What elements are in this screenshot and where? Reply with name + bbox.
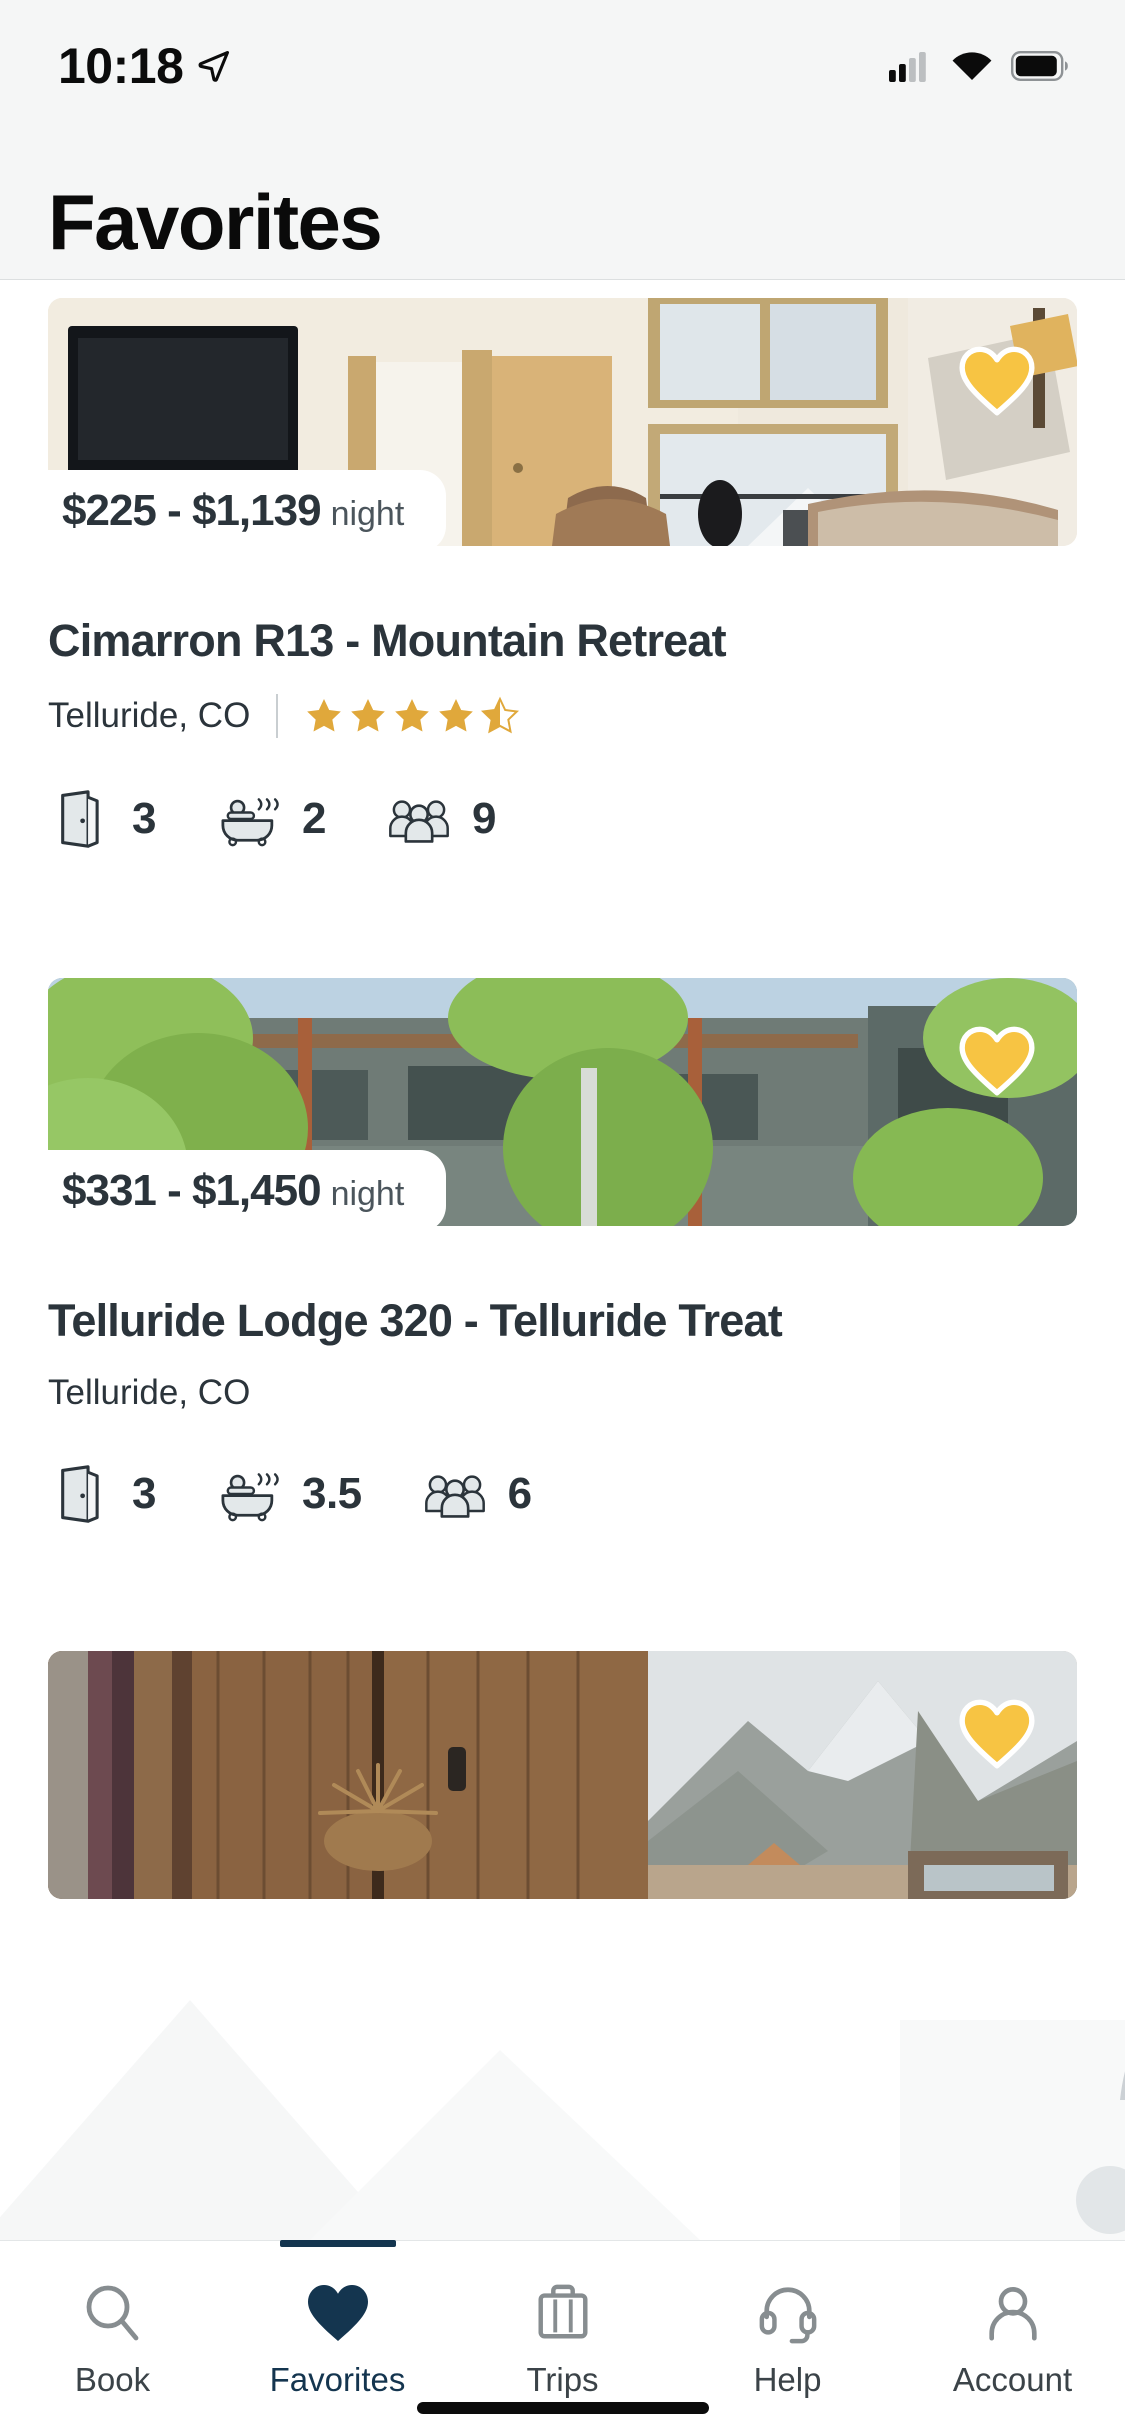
tab-label: Book (74, 2361, 151, 2398)
listing-stats: 3 (48, 789, 1077, 848)
stat-value: 3.5 (301, 1469, 362, 1518)
tab-label: Help (753, 2361, 822, 2398)
price-badge: $225 - $1,139 night (0, 470, 447, 552)
listing-title[interactable]: Telluride Lodge 320 - Telluride Treat (48, 1295, 1077, 1346)
app-screen: 10:18 Favorites $225 - $1,139 night Cima… (0, 0, 1125, 2436)
person-icon (982, 2277, 1044, 2349)
favorite-heart-button[interactable] (959, 1699, 1035, 1769)
stat-value: 3 (132, 1469, 156, 1518)
stat-bathrooms: 3.5 (218, 1465, 362, 1523)
tab-label: Favorites (269, 2361, 406, 2398)
tab-label: Trips (526, 2361, 599, 2398)
bottom-tab-bar[interactable]: Book Favorites Trips Help Account (0, 2240, 1125, 2436)
listing-meta: Telluride, CO (48, 1373, 1077, 1413)
stat-bathrooms: 2 (218, 790, 326, 848)
price-range: $331 - $1,450 (62, 1165, 322, 1215)
suitcase-icon (532, 2277, 594, 2349)
price-range: $225 - $1,139 (62, 486, 322, 535)
page-header: Favorites (0, 132, 1125, 280)
stat-guests: 9 (388, 791, 496, 847)
stat-guests: 6 (424, 1466, 532, 1522)
listing-info: Telluride Lodge 320 - Telluride Treat Te… (0, 1295, 1125, 1524)
listing-photo[interactable] (48, 1651, 1077, 1899)
listing-title[interactable]: Cimarron R13 - Mountain Retreat (48, 616, 1077, 666)
star-filled-icon (307, 698, 342, 731)
listing-card[interactable]: $331 - $1,450 night Telluride Lodge 320 … (0, 848, 1125, 1524)
rating-stars (304, 696, 520, 736)
status-bar-clock: 10:18 (58, 38, 184, 94)
door-icon (48, 789, 110, 848)
listing-location: Telluride, CO (48, 695, 251, 735)
home-indicator (416, 2402, 709, 2414)
bathtub-icon (218, 1465, 280, 1523)
price-unit: night (330, 1174, 405, 1213)
meta-divider (276, 693, 279, 738)
background-watermark-icon (0, 2000, 1125, 2240)
door-icon (48, 1465, 110, 1523)
wifi-icon (952, 52, 992, 80)
star-filled-icon (439, 698, 474, 731)
headset-icon (757, 2277, 819, 2349)
listing-card[interactable] (0, 1523, 1125, 1899)
page-title: Favorites (48, 178, 383, 266)
status-bar: 10:18 (0, 0, 1125, 132)
star-filled-icon (395, 698, 430, 731)
star-half-icon (481, 696, 520, 733)
status-bar-right (889, 50, 1069, 82)
favorite-heart-button[interactable] (959, 346, 1035, 416)
listing-meta: Telluride, CO (48, 693, 1077, 738)
favorites-list[interactable]: $225 - $1,139 night Cimarron R13 - Mount… (0, 280, 1125, 2240)
guests-icon (388, 791, 450, 847)
guests-icon (424, 1466, 486, 1522)
price-badge: $331 - $1,450 night (0, 1149, 447, 1232)
price-unit: night (330, 495, 405, 533)
listing-info: Cimarron R13 - Mountain Retreat Tellurid… (0, 616, 1125, 848)
favorite-heart-button[interactable] (959, 1026, 1035, 1096)
listing-card[interactable]: $225 - $1,139 night Cimarron R13 - Mount… (0, 280, 1125, 848)
stat-bedrooms: 3 (48, 789, 156, 848)
battery-icon (1011, 51, 1068, 81)
bathtub-icon (218, 790, 280, 848)
tab-help[interactable]: Help (675, 2241, 900, 2436)
status-bar-left: 10:18 (58, 41, 231, 91)
tab-label: Account (952, 2361, 1073, 2398)
tab-account[interactable]: Account (900, 2241, 1125, 2436)
tab-book[interactable]: Book (0, 2241, 225, 2436)
cellular-signal-icon (889, 52, 926, 82)
listing-photo-image (48, 1651, 1077, 1899)
stat-value: 6 (507, 1469, 532, 1518)
location-arrow-icon (198, 50, 230, 82)
stat-bedrooms: 3 (48, 1465, 156, 1523)
stat-value: 9 (471, 793, 496, 843)
search-icon (81, 2277, 145, 2349)
listing-location: Telluride, CO (48, 1373, 251, 1412)
heart-icon (306, 2277, 370, 2349)
active-tab-indicator (279, 2240, 396, 2247)
stat-value: 3 (132, 793, 156, 843)
stat-value: 2 (301, 793, 326, 843)
listing-stats: 3 (48, 1465, 1077, 1523)
star-filled-icon (351, 698, 386, 731)
